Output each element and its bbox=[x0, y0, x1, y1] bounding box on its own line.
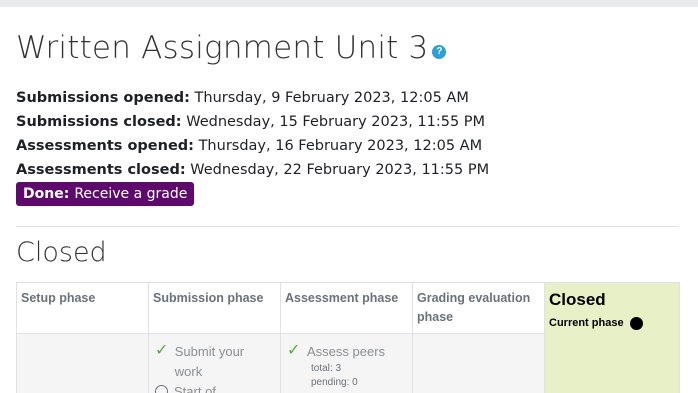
page-title: Written Assignment Unit 3 bbox=[16, 30, 429, 66]
status-badge: Done: Receive a grade bbox=[16, 182, 195, 206]
task-start-of: Start of bbox=[155, 382, 274, 393]
task-detail-total: total: 3 bbox=[311, 363, 342, 374]
phase-header: Closed Current phase bbox=[545, 282, 679, 334]
filled-circle-icon bbox=[629, 317, 643, 330]
phase-body: ✓ Assess peers total: 3 pending: 0 bbox=[281, 334, 412, 393]
status-badge-text: Receive a grade bbox=[74, 186, 188, 202]
submissions-closed: Submissions closed: Wednesday, 15 Februa… bbox=[16, 110, 489, 134]
date-value: Wednesday, 15 February 2023, 11:55 PM bbox=[186, 114, 486, 130]
date-label: Assessments closed: bbox=[16, 162, 186, 178]
phase-body bbox=[413, 334, 544, 393]
task-label: Start of bbox=[174, 384, 216, 393]
date-value: Thursday, 9 February 2023, 12:05 AM bbox=[194, 90, 469, 106]
section-title: Closed bbox=[16, 237, 107, 268]
date-label: Submissions opened: bbox=[16, 90, 190, 106]
date-value: Wednesday, 22 February 2023, 11:55 PM bbox=[190, 162, 490, 178]
phase-body bbox=[545, 334, 679, 393]
top-bar bbox=[0, 0, 698, 7]
date-label: Submissions closed: bbox=[16, 114, 182, 130]
check-icon: ✓ bbox=[287, 342, 301, 359]
submissions-opened: Submissions opened: Thursday, 9 February… bbox=[16, 86, 489, 110]
date-value: Thursday, 16 February 2023, 12:05 AM bbox=[198, 138, 483, 154]
phase-setup: Setup phase bbox=[17, 282, 149, 393]
phase-title: Closed bbox=[549, 290, 606, 309]
date-label: Assessments opened: bbox=[16, 138, 194, 154]
status-badge-label: Done: bbox=[23, 186, 70, 202]
phase-header: Assessment phase bbox=[281, 282, 412, 334]
divider bbox=[16, 226, 679, 227]
assessments-opened: Assessments opened: Thursday, 16 Februar… bbox=[16, 134, 489, 158]
task-details: total: 3 pending: 0 bbox=[287, 362, 406, 390]
page-header: Written Assignment Unit 3 ? bbox=[16, 30, 447, 66]
task-label: Submit your work bbox=[174, 344, 245, 379]
phase-grading-evaluation: Grading evaluation phase bbox=[413, 282, 545, 393]
phase-body bbox=[17, 334, 148, 393]
phases-table: Setup phase Submission phase ✓ Submit yo… bbox=[16, 282, 680, 393]
assessments-closed: Assessments closed: Wednesday, 22 Februa… bbox=[16, 158, 489, 182]
task-label: Assess peers bbox=[307, 344, 386, 359]
phase-submission: Submission phase ✓ Submit your work Star… bbox=[149, 282, 281, 393]
phase-header: Submission phase bbox=[149, 282, 280, 334]
phase-assessment: Assessment phase ✓ Assess peers total: 3… bbox=[281, 282, 413, 393]
help-icon[interactable]: ? bbox=[432, 45, 447, 59]
task-detail-pending: pending: 0 bbox=[311, 377, 358, 388]
current-phase-label: Current phase bbox=[549, 317, 624, 329]
phase-body: ✓ Submit your work Start of bbox=[149, 334, 280, 393]
check-icon: ✓ bbox=[155, 342, 169, 359]
task-submit-work: ✓ Submit your work bbox=[155, 342, 274, 382]
task-assess-peers: ✓ Assess peers bbox=[287, 342, 406, 362]
phase-header: Setup phase bbox=[17, 282, 148, 334]
current-phase-indicator: Current phase bbox=[549, 314, 675, 333]
clock-icon bbox=[155, 385, 168, 393]
phase-header: Grading evaluation phase bbox=[413, 282, 544, 334]
phase-closed: Closed Current phase bbox=[545, 282, 680, 393]
dates-list: Submissions opened: Thursday, 9 February… bbox=[16, 86, 489, 182]
